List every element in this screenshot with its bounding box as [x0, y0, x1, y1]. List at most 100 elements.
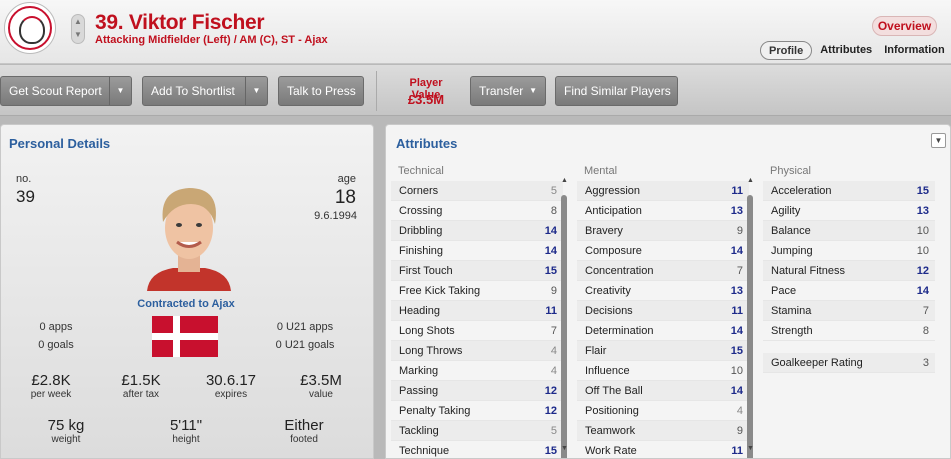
- attribute-value: 4: [550, 344, 557, 357]
- attribute-value: 14: [730, 244, 743, 257]
- attribute-name: Aggression: [585, 184, 641, 197]
- attribute-name: Decisions: [585, 304, 633, 317]
- squad-number-label: no.: [16, 173, 32, 185]
- height-stat: 5'11" height: [146, 417, 226, 445]
- attribute-row: Decisions 11: [577, 301, 749, 321]
- attribute-row: Dribbling 14: [391, 221, 563, 241]
- talk-press-button[interactable]: Talk to Press: [278, 76, 364, 106]
- chevron-down-icon[interactable]: ▼: [931, 133, 946, 148]
- foot-stat: Either footed: [264, 417, 344, 445]
- foot-label: footed: [290, 434, 318, 445]
- attribute-row: Creativity 13: [577, 281, 749, 301]
- attribute-name: Technique: [399, 444, 450, 457]
- age-label: age: [337, 173, 356, 185]
- scroll-down-icon[interactable]: ▼: [747, 445, 754, 452]
- after-tax-label: after tax: [122, 389, 160, 400]
- attribute-name: Concentration: [585, 264, 654, 277]
- attribute-name: Goalkeeper Rating: [771, 356, 863, 369]
- attribute-row: Anticipation 13: [577, 201, 749, 221]
- height-value: 5'11": [169, 417, 203, 434]
- scroll-track[interactable]: [561, 195, 567, 458]
- attributes-panel: Attributes ▼ Technical Mental Physical C…: [385, 124, 951, 459]
- foot-value: Either: [284, 417, 324, 434]
- chevron-down-icon[interactable]: ▼: [109, 77, 131, 105]
- attribute-value: 15: [916, 184, 929, 197]
- panel-title: Attributes: [396, 136, 458, 151]
- attribute-name: Off The Ball: [585, 384, 643, 397]
- chevron-down-icon[interactable]: ▼: [245, 77, 267, 105]
- height-label: height: [172, 434, 200, 445]
- attribute-row: Acceleration 15: [763, 181, 935, 201]
- denmark-flag-icon: [152, 316, 218, 357]
- player-value: £3.5M: [407, 92, 445, 107]
- attribute-name: Long Throws: [399, 344, 463, 357]
- attribute-row: Free Kick Taking 9: [391, 281, 563, 301]
- scout-report-label: Get Scout Report: [9, 84, 102, 98]
- attribute-name: Dribbling: [399, 224, 443, 237]
- overview-button[interactable]: Overview: [872, 16, 937, 36]
- attribute-name: Composure: [585, 244, 642, 257]
- club-crest-logo[interactable]: [4, 2, 56, 54]
- tab-information[interactable]: Information: [878, 41, 951, 60]
- add-shortlist-button[interactable]: Add To Shortlist ▼: [142, 76, 268, 106]
- attribute-value: 14: [544, 224, 557, 237]
- scroll-up-icon[interactable]: ▲: [561, 177, 568, 184]
- attribute-row: Positioning 4: [577, 401, 749, 421]
- attribute-value: 12: [544, 404, 557, 417]
- u21-apps: 0 U21 apps: [276, 321, 334, 333]
- panel-title: Personal Details: [9, 136, 111, 151]
- value-stat: £3.5M value: [281, 372, 361, 400]
- after-tax-value: £1.5K: [121, 372, 161, 389]
- scroll-up-icon[interactable]: ▲: [747, 177, 754, 184]
- goals: 0 goals: [38, 339, 74, 351]
- attribute-name: Anticipation: [585, 204, 642, 217]
- attribute-value: 14: [730, 384, 743, 397]
- weight-label: weight: [51, 434, 81, 445]
- technical-heading: Technical: [398, 165, 444, 177]
- technical-scrollbar[interactable]: ▲ ▼: [561, 177, 568, 458]
- attribute-row: Flair 15: [577, 341, 749, 361]
- player-header: ▲ ▼ 39. Viktor Fischer Attacking Midfield…: [0, 0, 951, 64]
- contract-status[interactable]: Contracted to Ajax: [101, 298, 271, 310]
- attribute-value: 11: [545, 304, 557, 317]
- attribute-name: Acceleration: [771, 184, 832, 197]
- player-position: Attacking Midfielder (Left) / AM (C), ST…: [95, 34, 328, 46]
- wage-label: per week: [30, 389, 72, 400]
- attribute-name: Stamina: [771, 304, 812, 317]
- scout-report-button[interactable]: Get Scout Report ▼: [0, 76, 132, 106]
- attribute-name: Flair: [585, 344, 607, 357]
- scroll-track[interactable]: [747, 195, 753, 458]
- transfer-button[interactable]: Transfer ▼: [470, 76, 546, 106]
- attribute-value: 7: [550, 324, 557, 337]
- attribute-value: 11: [731, 444, 743, 457]
- scroll-down-icon[interactable]: ▼: [561, 445, 568, 452]
- attribute-name: Creativity: [585, 284, 631, 297]
- attribute-name: Teamwork: [585, 424, 636, 437]
- view-tabs: Profile Attributes Information: [760, 40, 951, 61]
- mental-scrollbar[interactable]: ▲ ▼: [747, 177, 754, 458]
- attribute-row: Off The Ball 14: [577, 381, 749, 401]
- attribute-value: 9: [550, 284, 557, 297]
- find-similar-button[interactable]: Find Similar Players: [555, 76, 678, 106]
- attribute-row: Crossing 8: [391, 201, 563, 221]
- attribute-name: Finishing: [399, 244, 444, 257]
- attribute-value: 15: [730, 344, 743, 357]
- tab-profile[interactable]: Profile: [760, 41, 813, 60]
- contract-expiry-stat: 30.6.17 expires: [191, 372, 271, 400]
- attribute-name: Jumping: [771, 244, 813, 257]
- attribute-name: Strength: [771, 324, 813, 337]
- tab-attributes[interactable]: Attributes: [814, 41, 878, 60]
- attribute-value: 14: [916, 284, 929, 297]
- attribute-name: Positioning: [585, 404, 639, 417]
- player-stepper[interactable]: ▲ ▼: [71, 14, 85, 44]
- attribute-name: Pace: [771, 284, 797, 297]
- attribute-value: 5: [550, 424, 557, 437]
- attribute-value: 12: [544, 384, 557, 397]
- expires-label: expires: [214, 389, 248, 400]
- attribute-name: Tackling: [399, 424, 439, 437]
- attribute-name: Determination: [585, 324, 654, 337]
- attribute-row: Long Shots 7: [391, 321, 563, 341]
- attribute-value: 8: [550, 204, 557, 217]
- attribute-name: Marking: [399, 364, 439, 377]
- attribute-row: Aggression 11: [577, 181, 749, 201]
